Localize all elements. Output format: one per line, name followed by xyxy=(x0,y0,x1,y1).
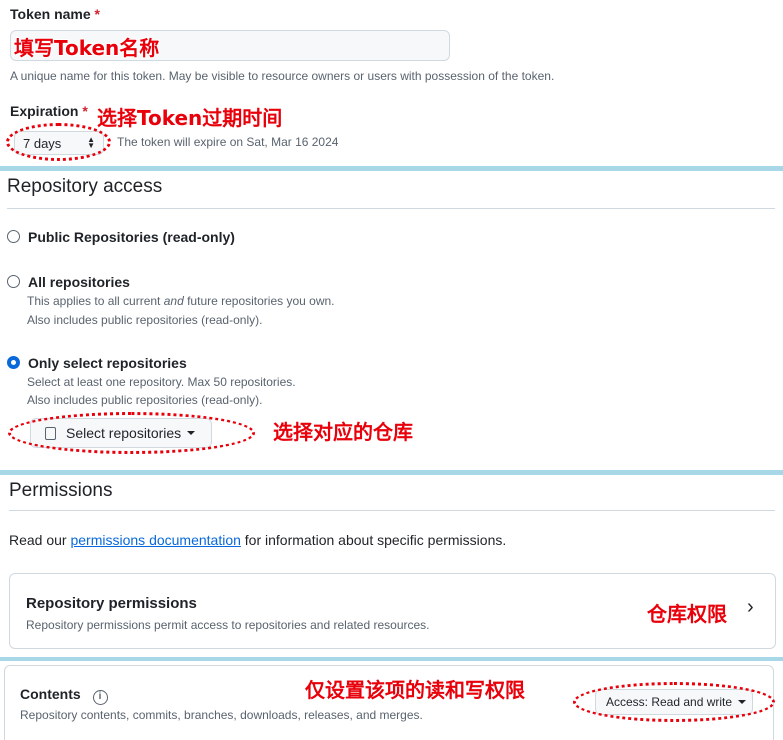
token-name-label: Token name * xyxy=(10,6,100,22)
divider xyxy=(7,208,775,209)
annotation-repository-permissions: 仓库权限 xyxy=(647,602,727,626)
section-separator xyxy=(0,166,783,171)
required-mark: * xyxy=(82,103,88,119)
token-name-hint: A unique name for this token. May be vis… xyxy=(10,69,555,83)
radio-public-repositories[interactable] xyxy=(7,230,20,243)
option-desc-select-1: Select at least one repository. Max 50 r… xyxy=(27,375,296,389)
repository-permissions-title: Repository permissions xyxy=(26,595,197,612)
annotation-token-name: 填写Token名称 xyxy=(14,36,160,60)
section-separator xyxy=(0,470,783,475)
expiration-note: The token will expire on Sat, Mar 16 202… xyxy=(117,135,339,149)
repository-permissions-card[interactable]: Repository permissions Repository permis… xyxy=(9,573,776,649)
required-mark: * xyxy=(94,6,100,22)
repository-permissions-desc: Repository permissions permit access to … xyxy=(26,618,430,632)
annotation-ellipse xyxy=(573,682,775,722)
option-title-all: All repositories xyxy=(28,274,130,290)
option-desc-all-1: This applies to all current and future r… xyxy=(27,294,335,308)
section-separator xyxy=(0,657,783,661)
expiration-label: Expiration * xyxy=(10,103,88,119)
contents-desc: Repository contents, commits, branches, … xyxy=(20,708,423,722)
divider xyxy=(9,510,775,511)
radio-only-select-repositories[interactable] xyxy=(7,356,20,369)
option-title-select: Only select repositories xyxy=(28,355,187,371)
permissions-heading: Permissions xyxy=(9,480,113,501)
annotation-select-repositories: 选择对应的仓库 xyxy=(273,420,413,444)
radio-all-repositories[interactable] xyxy=(7,275,20,288)
permissions-intro: Read our permissions documentation for i… xyxy=(9,532,507,548)
contents-title: Contents i xyxy=(20,686,108,705)
annotation-contents: 仅设置该项的读和写权限 xyxy=(305,678,525,702)
chevron-right-icon: › xyxy=(747,596,754,618)
option-title-public: Public Repositories (read-only) xyxy=(28,229,235,245)
repository-access-heading: Repository access xyxy=(7,176,163,197)
option-desc-all-2: Also includes public repositories (read-… xyxy=(27,313,263,327)
annotation-ellipse xyxy=(8,412,255,454)
annotation-ellipse xyxy=(6,123,111,161)
info-icon[interactable]: i xyxy=(92,690,108,705)
annotation-expiration: 选择Token过期时间 xyxy=(97,106,283,130)
option-desc-select-2: Also includes public repositories (read-… xyxy=(27,393,263,407)
permissions-documentation-link[interactable]: permissions documentation xyxy=(70,532,240,548)
